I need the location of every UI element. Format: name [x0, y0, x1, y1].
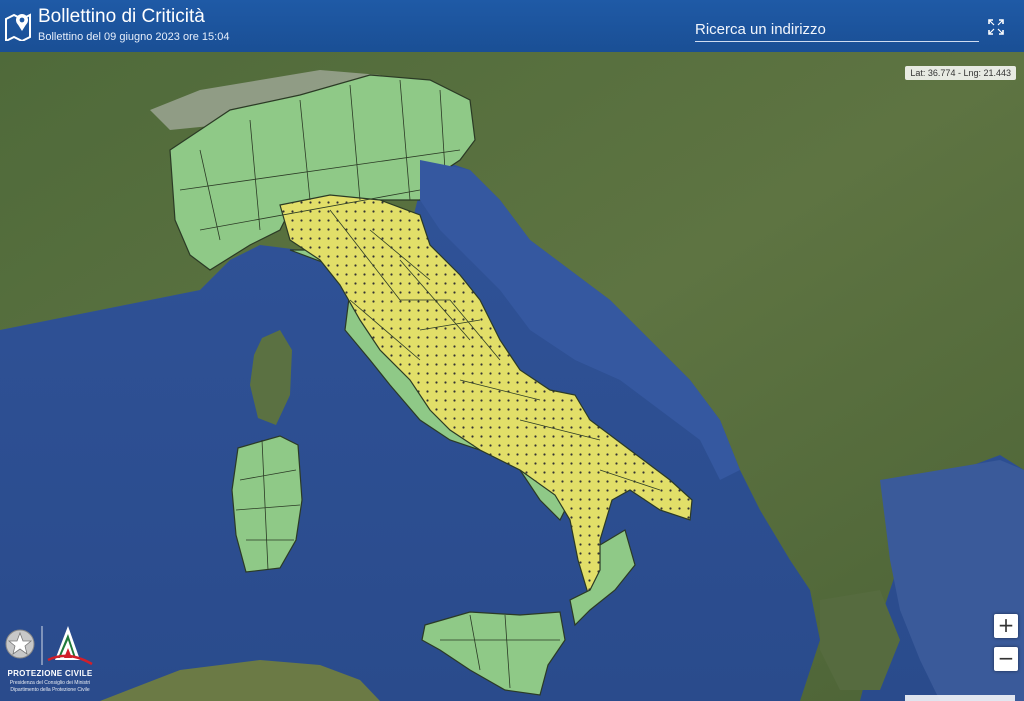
- protezione-civile-logo: [0, 620, 100, 701]
- map-pin-icon: [5, 13, 31, 41]
- page-title: Bollettino di Criticità: [38, 6, 205, 27]
- zoom-in-button[interactable]: +: [994, 614, 1018, 638]
- zoom-out-button[interactable]: −: [994, 647, 1018, 671]
- bulletin-date: Bollettino del 09 giugno 2023 ore 15:04: [38, 31, 230, 43]
- emblem-icon: [5, 626, 93, 666]
- app-header: Bollettino di Criticità Bollettino del 0…: [0, 0, 1024, 52]
- satellite-map: [0, 52, 1024, 701]
- scale-bar: [905, 695, 1015, 701]
- address-search-input[interactable]: Ricerca un indirizzo: [695, 19, 979, 42]
- coordinates-readout: Lat: 36.774 - Lng: 21.443: [905, 66, 1016, 80]
- fullscreen-icon[interactable]: [988, 19, 1004, 35]
- map-area[interactable]: [0, 52, 1024, 701]
